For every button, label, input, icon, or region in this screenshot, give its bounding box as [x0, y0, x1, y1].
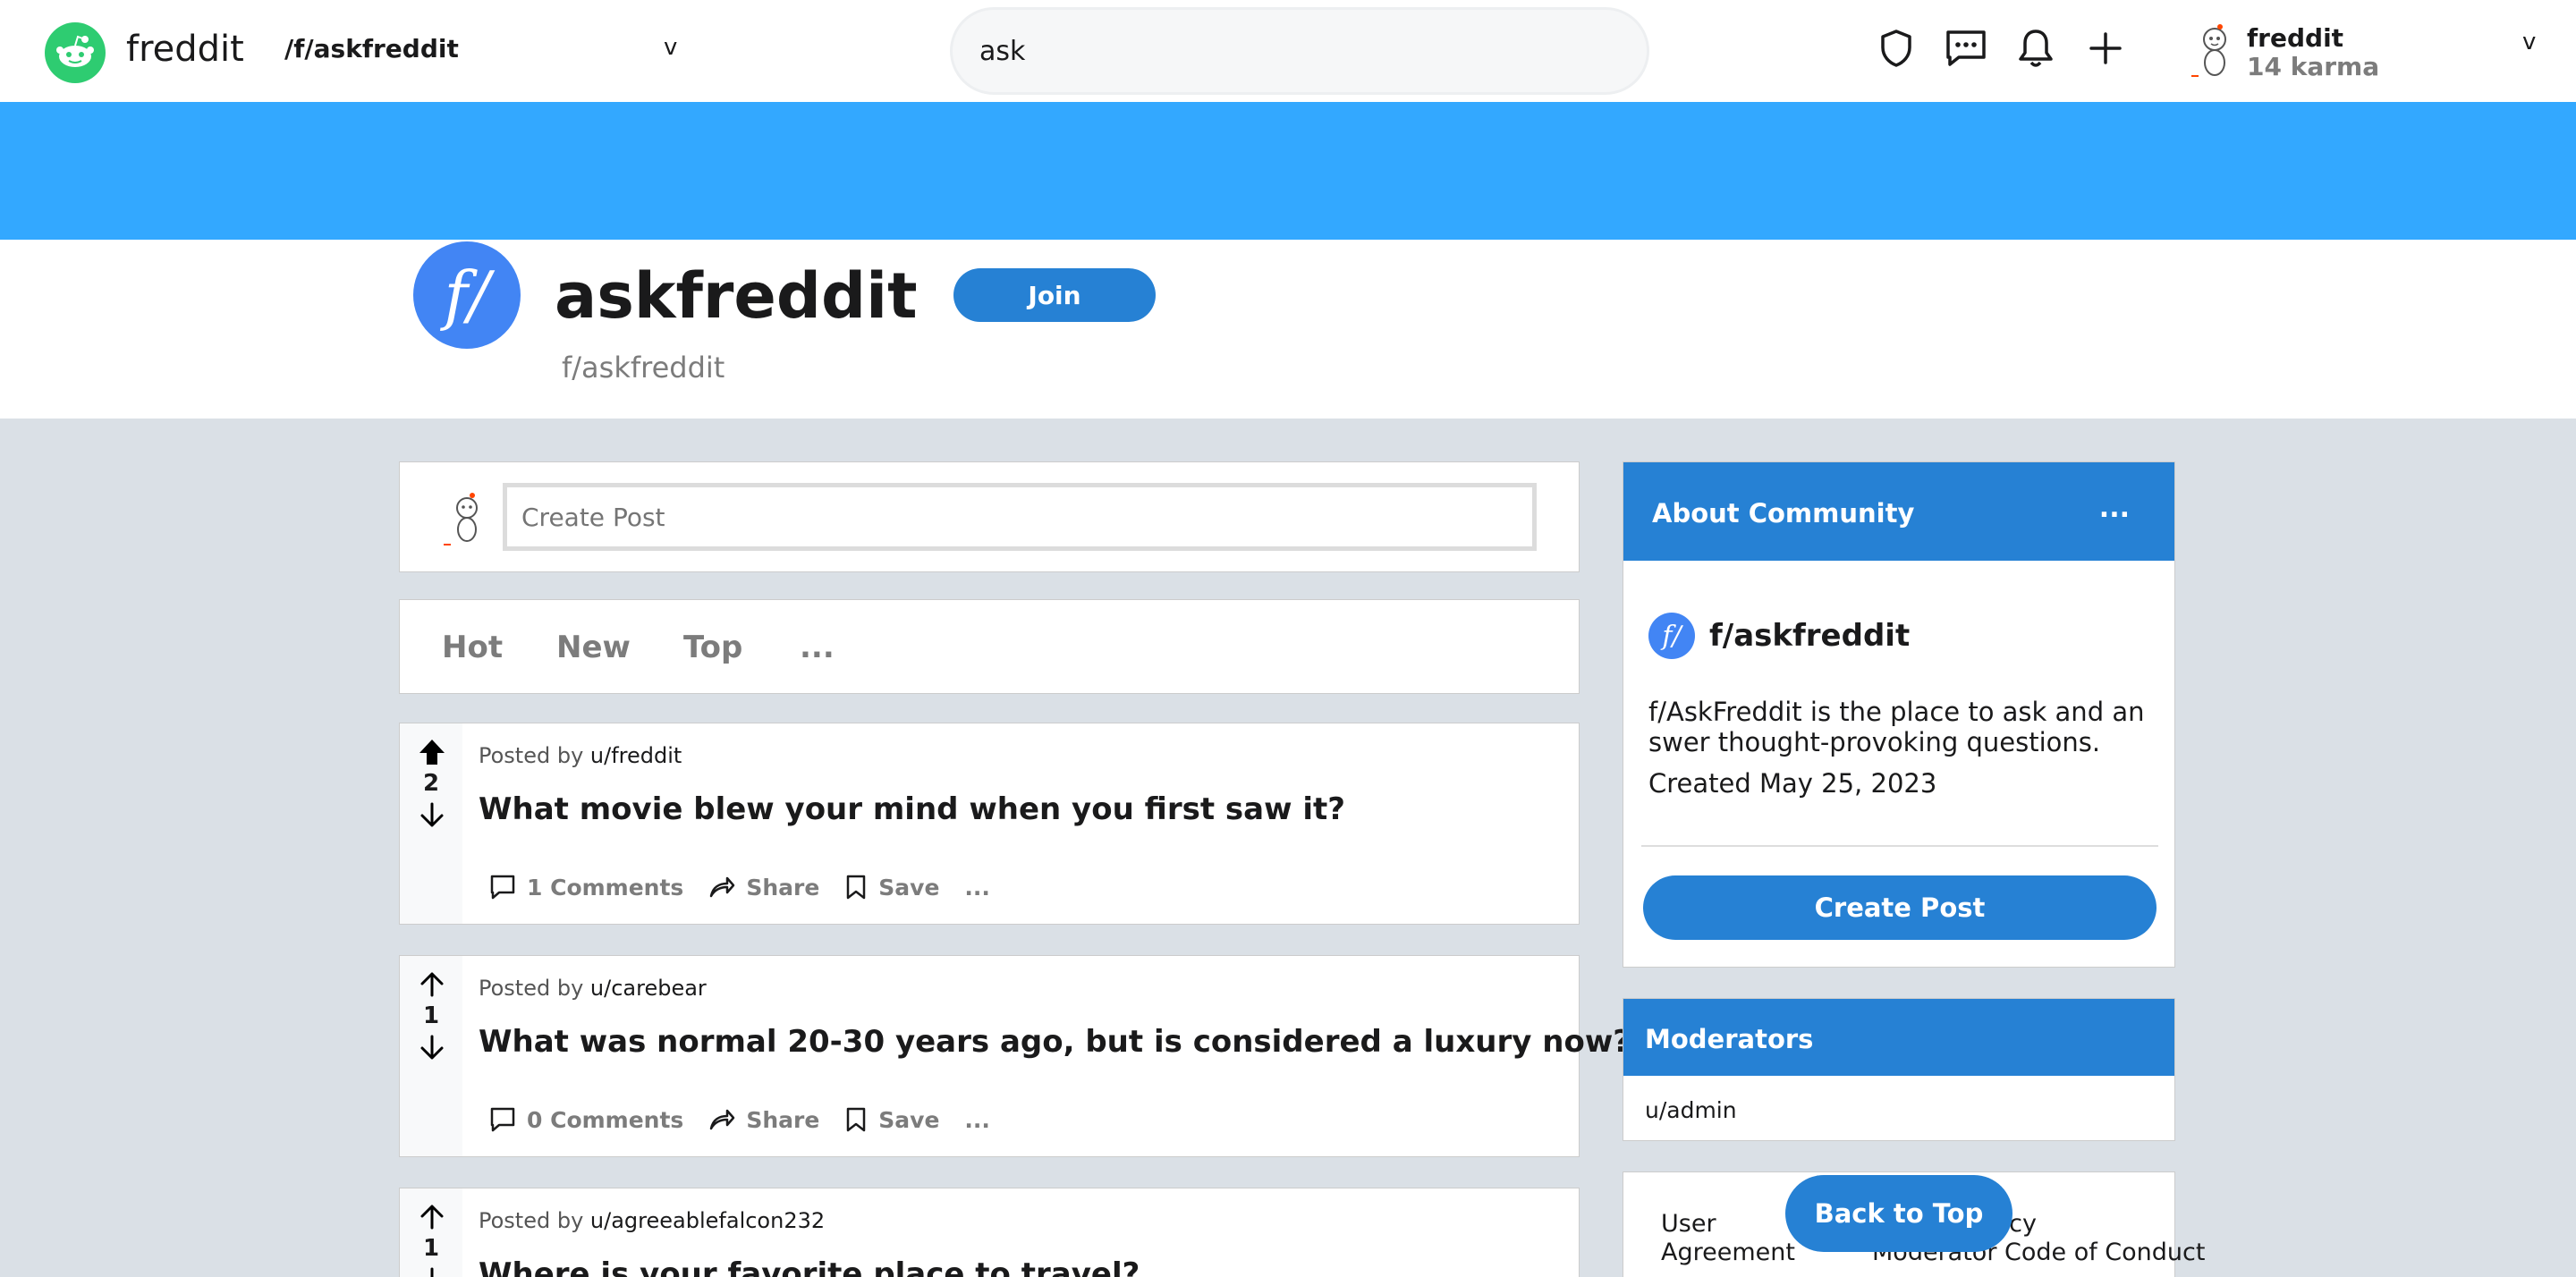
moderator-link[interactable]: u/admin [1645, 1097, 1737, 1123]
subreddit-handle: f/askfreddit [562, 351, 725, 385]
bookmark-icon [847, 875, 866, 900]
vote-count: 1 [422, 1235, 440, 1262]
about-title: About Community [1652, 498, 1915, 529]
chevron-down-icon[interactable]: v [2522, 29, 2536, 55]
save-label: Save [878, 1106, 940, 1133]
share-button[interactable]: Share [708, 874, 819, 901]
post-card[interactable]: 1 Posted by u/carebear What was normal 2… [399, 955, 1631, 1157]
plus-icon[interactable] [2082, 25, 2129, 72]
page-title: askfreddit [555, 259, 918, 333]
subreddit-dropdown[interactable]: /f/askfreddit [284, 34, 459, 63]
post-title[interactable]: What was normal 20-30 years ago, but is … [479, 1024, 1631, 1060]
tab-new[interactable]: New [556, 630, 631, 665]
more-options-button[interactable]: ... [964, 1107, 990, 1133]
vote-column: 1 [400, 956, 462, 1156]
upvote-icon[interactable] [418, 1203, 446, 1231]
tab-hot[interactable]: Hot [442, 630, 503, 665]
moderators-header: Moderators [1623, 999, 2174, 1076]
subreddit-icon: f/ [413, 241, 521, 349]
share-icon [710, 876, 735, 898]
chevron-down-icon[interactable]: v [664, 34, 677, 61]
divider [1641, 845, 2158, 847]
post-actions: 1 Comments Share Save ... [489, 874, 1015, 901]
downvote-icon[interactable] [418, 1265, 446, 1277]
vote-count: 2 [422, 770, 440, 797]
subreddit-banner [0, 102, 2576, 240]
downvote-icon[interactable] [418, 800, 446, 829]
vote-column: 2 [400, 723, 462, 924]
comment-icon [490, 875, 515, 900]
post-actions: 0 Comments Share Save ... [489, 1106, 1015, 1133]
share-label: Share [746, 874, 820, 901]
share-label: Share [746, 1106, 820, 1133]
post-author[interactable]: u/freddit [590, 743, 682, 768]
join-button[interactable]: Join [953, 268, 1156, 322]
chat-icon[interactable] [1943, 25, 1989, 72]
downvote-icon[interactable] [418, 1033, 446, 1061]
freddit-logo-icon[interactable] [45, 22, 106, 83]
shield-icon[interactable] [1873, 25, 1919, 72]
subreddit-header [0, 240, 2576, 419]
post-title[interactable]: What movie blew your mind when you first… [479, 791, 1345, 827]
avatar[interactable] [444, 490, 481, 549]
user-karma: 14 karma [2247, 52, 2380, 81]
tab-more[interactable]: ... [800, 630, 835, 665]
save-button[interactable]: Save [844, 874, 939, 901]
back-to-top-button[interactable]: Back to Top [1785, 1175, 2012, 1252]
more-options-button[interactable]: ... [964, 875, 990, 901]
moderators-title: Moderators [1645, 1024, 1814, 1054]
save-button[interactable]: Save [844, 1106, 939, 1133]
posted-by-label: Posted by [479, 1208, 584, 1233]
post-author[interactable]: u/agreeablefalcon232 [590, 1208, 825, 1233]
create-post-button[interactable]: Create Post [1643, 875, 2157, 940]
post-card[interactable]: 1 Posted by u/agreeablefalcon232 Where i… [399, 1188, 1580, 1277]
community-description: f/AskFreddit is the place to ask and ans… [1648, 697, 2145, 757]
bell-icon[interactable] [2012, 25, 2059, 72]
create-post-input[interactable] [503, 483, 1537, 551]
bookmark-icon [847, 1107, 866, 1132]
comment-icon [490, 1107, 515, 1132]
post-author[interactable]: u/carebear [590, 976, 707, 1001]
comments-label: 1 Comments [527, 874, 684, 901]
save-label: Save [878, 874, 940, 901]
posted-by-label: Posted by [479, 976, 584, 1001]
comments-button[interactable]: 1 Comments [489, 874, 683, 901]
vote-column: 1 [400, 1188, 462, 1277]
comments-button[interactable]: 0 Comments [489, 1106, 683, 1133]
upvote-filled-icon[interactable] [418, 738, 446, 766]
about-header: About Community ... [1623, 462, 2174, 561]
about-community-card: About Community ... f/ f/askfreddit f/As… [1623, 461, 2175, 968]
brand-name[interactable]: freddit [126, 29, 244, 70]
post-meta: Posted by u/freddit [479, 743, 682, 768]
more-options-button[interactable]: ... [2099, 493, 2130, 524]
tab-top[interactable]: Top [683, 630, 742, 665]
post-meta: Posted by u/carebear [479, 976, 707, 1001]
avatar[interactable] [2190, 23, 2234, 80]
community-created: Created May 25, 2023 [1648, 768, 1937, 799]
posted-by-label: Posted by [479, 743, 584, 768]
subreddit-icon: f/ [1648, 613, 1695, 659]
share-button[interactable]: Share [708, 1106, 819, 1133]
user-name[interactable]: freddit [2247, 23, 2343, 53]
vote-count: 1 [422, 1002, 440, 1029]
upvote-icon[interactable] [418, 970, 446, 999]
top-header: freddit /f/askfreddit v freddit 14 karma… [0, 0, 2576, 102]
community-name[interactable]: f/askfreddit [1709, 618, 1910, 654]
share-icon [710, 1109, 735, 1130]
post-card[interactable]: 2 Posted by u/freddit What movie blew yo… [399, 723, 1580, 925]
search-input[interactable] [950, 7, 1649, 95]
post-title[interactable]: Where is your favorite place to travel? [479, 1256, 1140, 1277]
moderators-card: Moderators u/admin [1623, 998, 2175, 1141]
post-meta: Posted by u/agreeablefalcon232 [479, 1208, 825, 1233]
comments-label: 0 Comments [527, 1106, 684, 1133]
